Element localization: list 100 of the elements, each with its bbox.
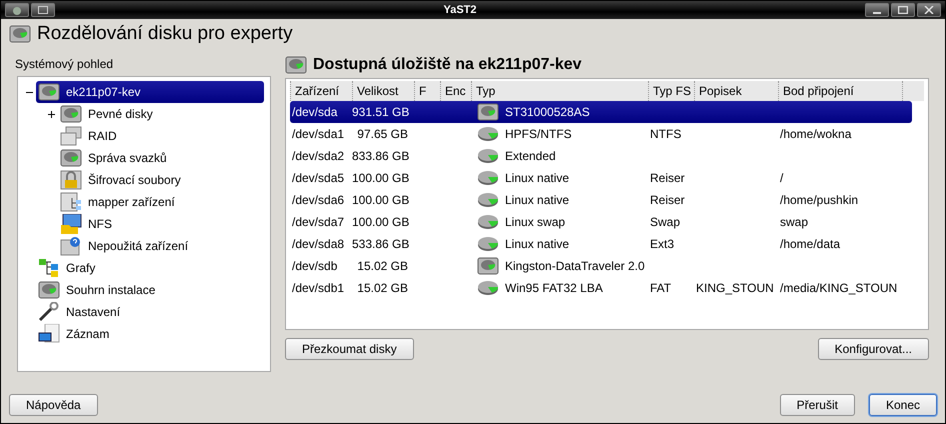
tree-item[interactable]: RAID (58, 125, 121, 147)
rescan-button[interactable]: Přezkoumat disky (285, 338, 414, 360)
partition-icon (477, 147, 499, 165)
table-cell: Linux native (505, 237, 570, 251)
expand-icon[interactable] (48, 110, 54, 118)
table-cell-text: 100.00 GB (352, 171, 410, 185)
tree-item[interactable]: Nepoužitá zařízení (58, 235, 192, 257)
table-cell: Extended (505, 149, 556, 163)
table-row[interactable]: /dev/sda5 100.00 GB Linux native Reiser / (290, 167, 924, 189)
table-cell-text: Swap (649, 215, 682, 229)
table-cell: Linux native (505, 171, 570, 185)
close-button[interactable] (917, 3, 941, 17)
table-cell-text: /dev/sda5 (291, 171, 346, 185)
graph-icon (38, 258, 60, 278)
table-cell-text: NTFS (649, 127, 682, 141)
table-cell-text: /home/data (779, 237, 842, 251)
table-cell-text: /dev/sda8 (291, 237, 346, 251)
table-cell-text: /home/wokna (779, 127, 852, 141)
table-cell-text: 15.02 GB (356, 259, 409, 273)
table-row[interactable]: /dev/sdb1 15.02 GB Win95 FAT32 LBA FAT KING_STOUN /media/KING_STOUN (290, 277, 924, 299)
table-cell-text: 15.02 GB (356, 281, 409, 295)
table-cell-text: /dev/sda (291, 105, 338, 119)
table-cell-text: 100.00 GB (352, 215, 410, 229)
maximize-button[interactable] (891, 3, 915, 17)
table-cell-text: /dev/sdb (291, 259, 338, 273)
tree-item[interactable]: Záznam (36, 323, 114, 345)
table-row[interactable]: /dev/sda 931.51 GB ST31000528AS (290, 101, 912, 123)
table-cell: Kingston-DataTraveler 2.0 (505, 259, 645, 273)
table-cell: Linux swap (505, 215, 566, 229)
tree-item[interactable]: Správa svazků (58, 147, 171, 169)
table-cell-text: 100.00 GB (352, 193, 410, 207)
table-cell: Win95 FAT32 LBA (505, 281, 603, 295)
column-header[interactable]: F (414, 81, 440, 101)
minimize-button[interactable] (865, 3, 889, 17)
window-icon (38, 6, 48, 14)
partition-icon (477, 235, 499, 253)
table-cell-text: 931.51 GB (352, 105, 410, 119)
tree-item[interactable]: NFS (58, 213, 116, 235)
tree-item[interactable]: Šifrovací soubory (58, 169, 185, 191)
raid-icon (60, 126, 82, 146)
tree-item[interactable]: Souhrn instalace (36, 279, 160, 301)
table-cell-text: /dev/sda6 (291, 193, 346, 207)
log-icon (38, 324, 60, 344)
question-disk-icon (60, 236, 82, 256)
table-cell-text: /home/pushkin (779, 193, 860, 207)
partition-icon (477, 279, 499, 297)
column-header[interactable]: Zařízení (290, 81, 352, 101)
partition-icon (477, 191, 499, 209)
column-header[interactable]: Typ FS (648, 81, 694, 101)
mapper-icon (60, 192, 82, 212)
partition-icon (477, 125, 499, 143)
column-header[interactable]: Enc (440, 81, 471, 101)
table-cell-text: swap (779, 215, 810, 229)
table-row[interactable]: /dev/sda2 833.86 GB Extended (290, 145, 924, 167)
column-header[interactable]: Popisek (694, 81, 778, 101)
section-label: Systémový pohled (14, 56, 114, 73)
help-button[interactable]: Nápověda (9, 394, 98, 416)
table-cell-text: 97.65 GB (356, 127, 409, 141)
page-title: Rozdělování disku pro experty (37, 23, 293, 45)
table-cell: ST31000528AS (505, 105, 590, 119)
column-header[interactable]: Typ (471, 81, 648, 101)
table-cell-text: /dev/sda2 (291, 149, 346, 163)
table-row[interactable]: /dev/sda7 100.00 GB Linux swap Swap swap (290, 211, 924, 233)
table-cell-text: KING_STOUN (695, 281, 775, 295)
table-cell-text: / (779, 171, 784, 185)
folder-monitor-icon (60, 214, 82, 234)
partition-icon (477, 213, 499, 231)
configure-button[interactable]: Konfigurovat... (818, 338, 929, 360)
dialog-button[interactable]: Konec (868, 394, 937, 416)
table-row[interactable]: /dev/sda6 100.00 GB Linux native Reiser /home/pushkin (290, 189, 924, 211)
maximize-icon (898, 6, 908, 14)
table-cell-text: FAT (649, 281, 672, 295)
table-row[interactable]: /dev/sda1 97.65 GB HPFS/NTFS NTFS /home/wokna (290, 123, 924, 145)
column-header[interactable]: Bod připojení (778, 81, 902, 101)
close-icon (924, 6, 934, 14)
header-filler (902, 81, 924, 101)
wrench-icon (38, 302, 60, 322)
table-cell: HPFS/NTFS (505, 127, 572, 141)
table-cell: Linux native (505, 193, 570, 207)
table-cell-text: /media/KING_STOUN (779, 281, 898, 295)
dialog-button[interactable]: Přerušit (780, 394, 855, 416)
tree-item[interactable]: Grafy (36, 257, 100, 279)
partition-icon (477, 169, 499, 187)
app-menu-button[interactable] (5, 3, 29, 17)
window-menu-button[interactable] (31, 3, 55, 17)
table-cell-text: /dev/sda7 (291, 215, 346, 229)
tree-item[interactable]: Pevné disky (58, 103, 157, 125)
table-cell-text: Ext3 (649, 237, 676, 251)
lock-icon (60, 170, 82, 190)
section-title: Dostupná úložiště na ek211p07-kev (313, 56, 582, 74)
table-cell-text: Reiser (649, 171, 686, 185)
tree-item[interactable]: mapper zařízení (58, 191, 179, 213)
table-cell-text: 833.86 GB (352, 149, 410, 163)
column-header[interactable]: Velikost (352, 81, 414, 101)
table-cell-text: 533.86 GB (352, 237, 410, 251)
table-cell-text: /dev/sda1 (291, 127, 346, 141)
table-row[interactable]: /dev/sdb 15.02 GB Kingston-DataTraveler 2.0 (290, 255, 924, 277)
table-row[interactable]: /dev/sda8 533.86 GB Linux native Ext3 /home/data (290, 233, 924, 255)
tree-item[interactable]: ek211p07-kev (36, 81, 264, 103)
tree-item[interactable]: Nastavení (36, 301, 124, 323)
